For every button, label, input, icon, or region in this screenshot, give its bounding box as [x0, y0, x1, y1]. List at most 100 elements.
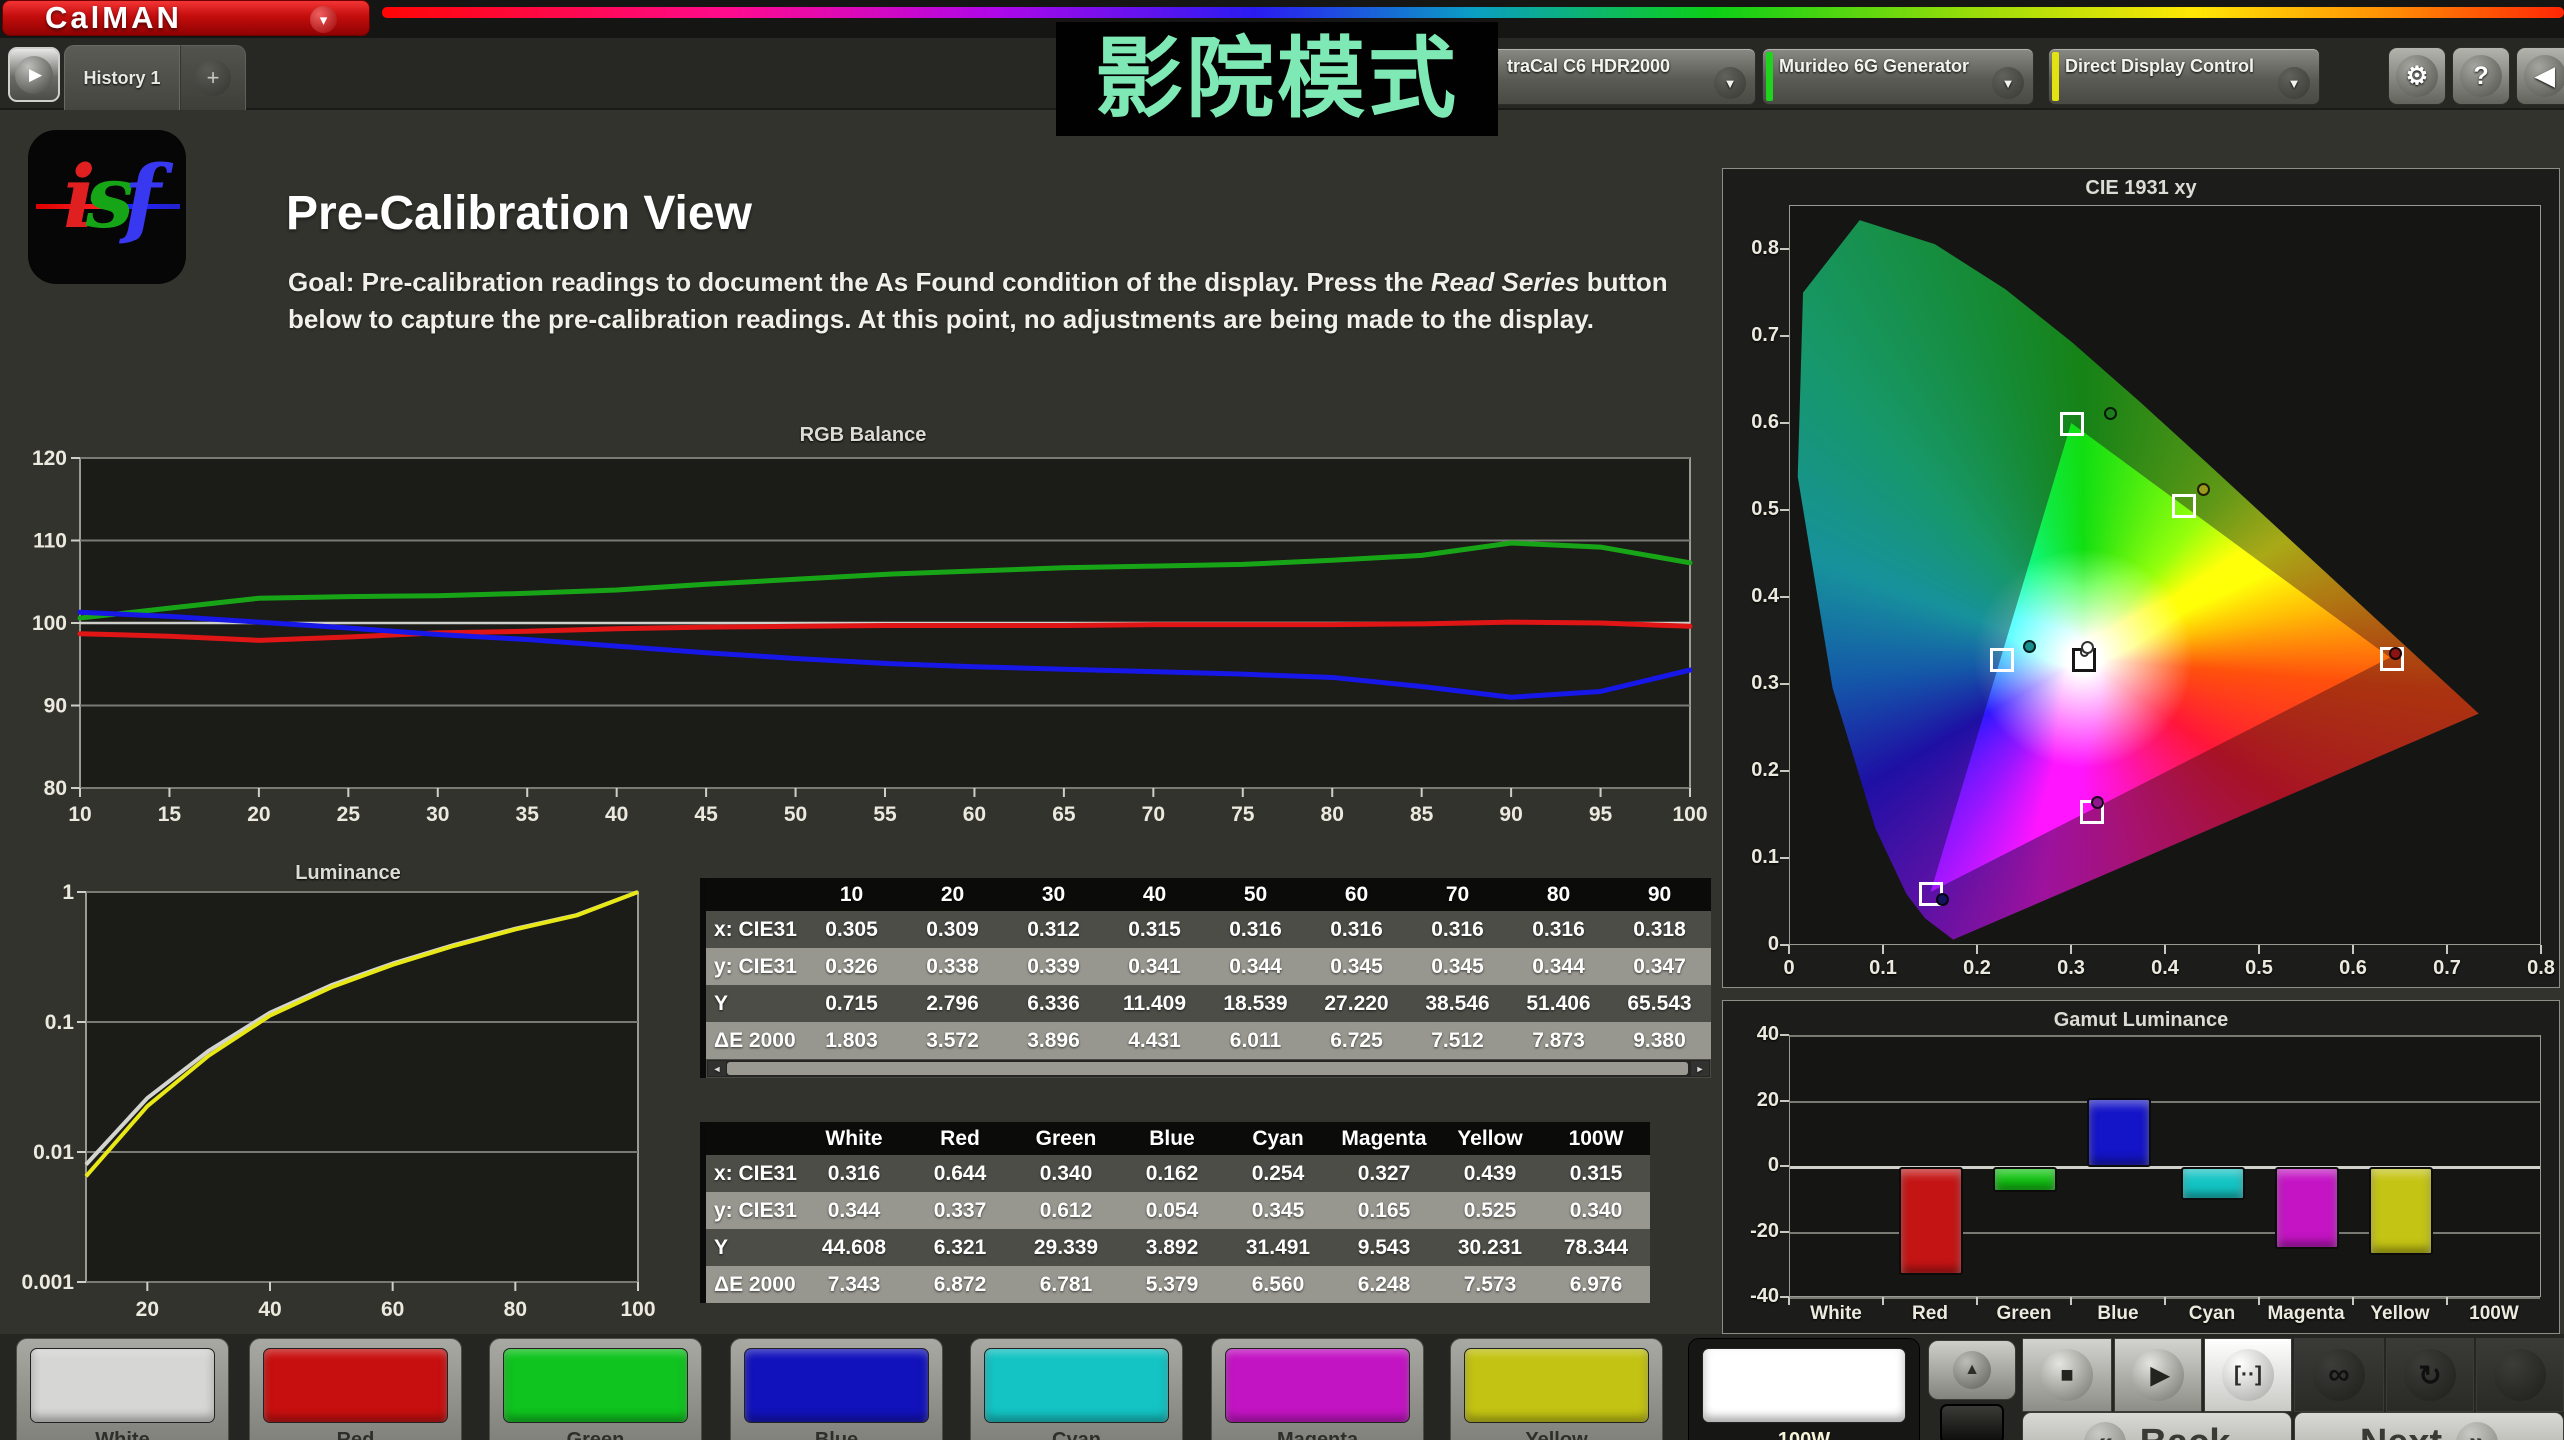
magenta-luminance-bar — [2275, 1167, 2339, 1249]
settings-button[interactable]: ⚙ — [2388, 47, 2446, 105]
table-cell: 0.525 — [1463, 1198, 1517, 1222]
x-tick-label: 75 — [1231, 803, 1255, 826]
yellow-measured-marker — [2196, 482, 2210, 496]
gamut-luminance-panel: Gamut Luminance 40 20 0 -20 -40 White Red Green… — [1722, 1000, 2560, 1334]
column-header: 20 — [940, 882, 965, 906]
play-button[interactable]: ▶ — [2114, 1338, 2202, 1412]
x-tick-label: 80 — [1321, 803, 1344, 826]
meter-dropdown-label: traCal C6 HDR2000 — [1507, 56, 1671, 76]
session-run-button[interactable]: ▶ — [8, 47, 60, 102]
y-tick-label: 40 — [1756, 1023, 1779, 1045]
y-tick-label: -20 — [1750, 1219, 1779, 1242]
pattern-swatch-yellow[interactable]: Yellow — [1450, 1338, 1663, 1440]
table-cell: 0.054 — [1145, 1198, 1199, 1222]
scrollbar-thumb[interactable] — [727, 1062, 1688, 1075]
column-header: 80 — [1546, 882, 1571, 906]
table-cell: 0.254 — [1251, 1161, 1305, 1185]
x-tick-label: 50 — [784, 803, 807, 826]
green-luminance-bar — [1993, 1167, 2057, 1192]
table-cell: 0.344 — [1532, 954, 1585, 978]
pattern-swatch-100w[interactable]: 100W — [1688, 1338, 1920, 1440]
rgb-balance-title: RGB Balance — [799, 424, 927, 446]
pattern-window-slider[interactable] — [1940, 1404, 2004, 1440]
swatch-label: Red — [336, 1429, 375, 1440]
x-tick-label: 25 — [337, 803, 361, 826]
y-tick-label: 110 — [33, 530, 67, 553]
chevron-down-icon: ▼ — [1714, 67, 1746, 99]
x-tick-label: 70 — [1142, 803, 1165, 826]
pattern-swatch-red[interactable]: Red — [249, 1338, 462, 1440]
bar-category-label: Magenta — [2267, 1303, 2345, 1324]
pattern-window-up-button[interactable]: ▲ — [1928, 1340, 2016, 1400]
x-tick-label: 45 — [694, 803, 718, 826]
table-cell: 0.340 — [1569, 1198, 1623, 1222]
tab-history-1[interactable]: History 1 — [64, 45, 180, 110]
stop-button[interactable]: ■ — [2022, 1338, 2112, 1412]
loop-button[interactable]: ↻ — [2386, 1338, 2474, 1412]
meter-dropdown[interactable]: traCal C6 HDR2000 ▼ — [1490, 48, 1756, 105]
table-cell: 0.612 — [1039, 1198, 1093, 1222]
double-chevron-right-icon: » — [2456, 1422, 2499, 1440]
column-header — [706, 878, 801, 911]
x-tick-label: 100 — [620, 1298, 655, 1321]
play-icon: ▶ — [2132, 1349, 2184, 1401]
table-cell: 6.976 — [1569, 1272, 1623, 1296]
grayscale-measurement-table: 10 20 30 40 50 60 70 80 90 x: CIE31 0.305 0.309 0.31… — [700, 878, 1711, 1078]
y-tick-label: 100 — [32, 612, 67, 635]
table-cell: 78.344 — [1563, 1235, 1629, 1259]
read-series-button[interactable]: [··] — [2204, 1338, 2292, 1412]
pattern-swatch-magenta[interactable]: Magenta — [1211, 1338, 1424, 1440]
table-cell: 0.312 — [1027, 917, 1080, 941]
row-label: x: CIE31 — [714, 1161, 797, 1185]
add-tab-button[interactable]: + — [180, 45, 246, 110]
y-tick-label: 20 — [1756, 1088, 1779, 1111]
green-target-marker — [2060, 411, 2084, 436]
pattern-swatch-cyan[interactable]: Cyan — [970, 1338, 1183, 1440]
swatch-color — [984, 1348, 1169, 1423]
table-cell: 5.379 — [1145, 1272, 1199, 1296]
bar-category-label: Green — [1996, 1303, 2052, 1324]
pattern-swatch-blue[interactable]: Blue — [730, 1338, 943, 1440]
pattern-swatch-white[interactable]: White — [16, 1338, 229, 1440]
gear-icon: ⚙ — [2396, 55, 2438, 97]
table-cell: 0.344 — [827, 1198, 881, 1222]
source-dropdown[interactable]: Murideo 6G Generator ▼ — [1762, 48, 2034, 105]
swatch-color — [503, 1348, 688, 1423]
table-cell: 0.316 — [1532, 917, 1585, 941]
next-label: Next — [2360, 1422, 2442, 1440]
y-tick-label: 80 — [44, 777, 67, 800]
y-tick-label: 120 — [32, 447, 67, 470]
continuous-read-button[interactable]: ∞ — [2294, 1338, 2384, 1412]
pattern-swatch-green[interactable]: Green — [489, 1338, 702, 1440]
row-label: ΔE 2000 — [714, 1028, 796, 1052]
gridline — [1790, 1100, 2540, 1103]
goal-text: Goal: Pre-calibration readings to docume… — [288, 267, 1668, 334]
isf-logo: isf — [28, 130, 186, 284]
scroll-right-arrow[interactable]: ► — [1691, 1061, 1709, 1076]
y-tick-label: 0.1 — [1751, 845, 1779, 868]
x-tick-label: 0.1 — [1869, 957, 1897, 979]
y-tick-label: 90 — [44, 695, 67, 718]
back-button[interactable]: « Back — [2022, 1412, 2292, 1440]
x-tick-label: 60 — [381, 1298, 404, 1321]
next-button[interactable]: Next » — [2294, 1412, 2564, 1440]
swatch-label: Green — [566, 1429, 625, 1440]
collapse-panel-button[interactable]: ◀ — [2516, 47, 2564, 105]
extra-transport-button[interactable] — [2476, 1338, 2564, 1412]
display-status-stripe — [2052, 52, 2059, 101]
gridline — [1790, 1035, 2540, 1037]
row-label: Y — [714, 1235, 729, 1259]
table-cell: 7.343 — [827, 1272, 881, 1296]
help-button[interactable]: ? — [2452, 47, 2510, 105]
x-tick-label: 0.7 — [2433, 957, 2461, 979]
swatch-label: White — [95, 1429, 150, 1440]
column-header: 90 — [1647, 882, 1672, 906]
scroll-left-arrow[interactable]: ◄ — [708, 1061, 726, 1076]
table-row: Y 44.608 6.321 29.339 3.892 31.491 9.543 30.231… — [706, 1229, 1650, 1266]
display-control-dropdown[interactable]: Direct Display Control ▼ — [2048, 48, 2320, 105]
table-horizontal-scrollbar[interactable]: ◄ ► — [706, 1059, 1711, 1078]
chevron-down-icon: ▾ — [310, 6, 337, 33]
table-row: 10 20 30 40 50 60 70 80 90 — [706, 878, 1711, 911]
app-menu-button[interactable]: CalMAN ▾ — [2, 0, 370, 36]
y-tick-label: 0.2 — [1751, 758, 1779, 781]
